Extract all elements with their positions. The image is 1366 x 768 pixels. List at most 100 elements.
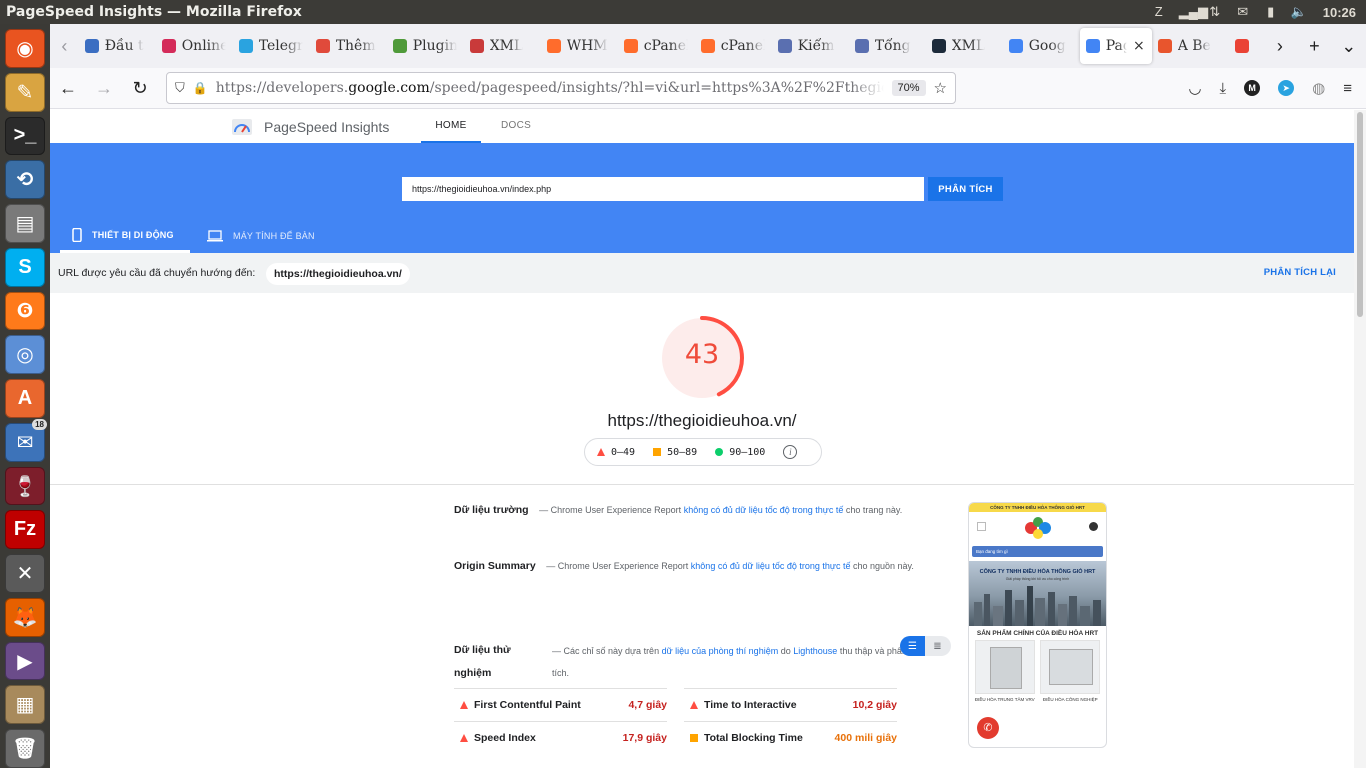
browser-tab[interactable]: Tổng xyxy=(849,28,926,64)
browser-tab[interactable]: A Be xyxy=(1152,28,1229,64)
unread-badge: 18 xyxy=(32,418,47,430)
mail-icon[interactable]: ✉ xyxy=(1235,4,1251,20)
lighthouse-link[interactable]: Lighthouse xyxy=(793,646,837,656)
url-text[interactable]: https://developers.google.com/speed/page… xyxy=(216,80,884,96)
final-screenshot: CÔNG TY TNHH ĐIỀU HÒA THÔNG GIÓ HRT Bạn … xyxy=(968,502,1107,748)
phone-header xyxy=(969,512,1106,542)
volume-icon[interactable]: 🔈 xyxy=(1291,4,1307,20)
browser-tab[interactable]: Thêm xyxy=(310,28,387,64)
tab-label: A Be xyxy=(1177,38,1211,54)
origin-summary-section: Origin Summary — Chrome User Experience … xyxy=(454,558,952,575)
page-scrollbar[interactable] xyxy=(1354,110,1366,768)
browser-tab[interactable]: Online xyxy=(156,28,233,64)
reanalyze-button[interactable]: PHÂN TÍCH LẠI xyxy=(1264,267,1336,278)
downloads-icon[interactable]: ⤓ xyxy=(1220,80,1227,97)
browser-tab[interactable]: WHM xyxy=(541,28,618,64)
tab-mobile[interactable]: THIẾT BỊ DI ĐỘNG xyxy=(60,219,190,253)
browser-tab[interactable]: Telegr xyxy=(233,28,310,64)
joomla-icon xyxy=(315,39,330,53)
lab-data-link[interactable]: dữ liệu của phòng thí nghiệm xyxy=(662,646,779,656)
nav-docs[interactable]: DOCS xyxy=(501,110,531,143)
ubuntu-dash-icon[interactable]: ◉ xyxy=(5,29,45,68)
trash-icon[interactable]: 🗑 xyxy=(5,729,45,768)
chromium-icon[interactable]: ◎ xyxy=(5,335,45,375)
tab-label: Online xyxy=(181,38,226,54)
phone-menu-icon xyxy=(977,522,986,531)
forward-icon[interactable]: → xyxy=(86,78,122,99)
field-data-link[interactable]: không có đủ dữ liệu tốc độ trong thực tế xyxy=(684,505,844,515)
bookmark-star-icon[interactable]: ☆ xyxy=(934,79,947,97)
browser-tab[interactable]: Plugin xyxy=(387,28,464,64)
nav-home[interactable]: HOME xyxy=(421,110,481,143)
reload-icon[interactable]: ↻ xyxy=(122,78,158,99)
browser-tab[interactable]: XML xyxy=(464,28,541,64)
site-logo-icon xyxy=(1025,517,1051,539)
url-bar[interactable]: ⛉ 🔒 https://developers.google.com/speed/… xyxy=(166,72,956,104)
zotero-icon[interactable]: Z xyxy=(1151,4,1167,20)
firefox-icon[interactable]: 🦊 xyxy=(5,597,45,637)
phone-hero-sub: Giải pháp thông khí tối ưu cho công trìn… xyxy=(1005,577,1070,581)
tracking-protection-icon[interactable]: ⛉ xyxy=(175,80,185,96)
blog-icon xyxy=(1157,39,1172,53)
filezilla-icon[interactable]: Fz xyxy=(5,510,45,550)
metric-name: Total Blocking Time xyxy=(704,732,803,744)
legend-fail-label: 0–49 xyxy=(611,446,636,458)
browser-tab[interactable]: XML xyxy=(926,28,1003,64)
browser-tab[interactable]: cPanel xyxy=(695,28,772,64)
update-manager-icon[interactable]: ⟲ xyxy=(5,160,45,200)
system-tools-icon[interactable]: ✕ xyxy=(5,554,45,593)
firefox-flame-icon[interactable]: ❻ xyxy=(5,291,45,331)
software-center-icon[interactable]: A xyxy=(5,379,45,418)
text-editor-icon[interactable]: ✎ xyxy=(5,72,45,112)
expanded-view-icon[interactable]: ≣ xyxy=(925,636,950,656)
signal-icon[interactable]: ▂▄▆ xyxy=(1179,4,1208,20)
tab-scroll-right-icon[interactable]: › xyxy=(1263,36,1297,57)
metric-row: Speed Index 17,9 giây xyxy=(454,721,667,754)
product-1-label: ĐIỀU HÒA TRUNG TÂM VRV xyxy=(974,697,1035,702)
telegram-extension-icon[interactable]: ➤ xyxy=(1278,80,1295,96)
menu-icon[interactable]: ≡ xyxy=(1343,80,1352,97)
browser-tab[interactable] xyxy=(1229,28,1263,64)
browser-tab[interactable]: Goog xyxy=(1003,28,1080,64)
list-tabs-icon[interactable]: ⌄ xyxy=(1332,36,1366,57)
terminal-icon[interactable]: >_ xyxy=(5,116,45,156)
skype-icon[interactable]: S xyxy=(5,247,45,287)
analyze-button[interactable]: PHÂN TÍCH xyxy=(928,177,1003,201)
url-input[interactable] xyxy=(402,177,924,201)
tab-label: Đầu t xyxy=(104,38,144,54)
metrics-view-toggle[interactable]: ☰ ≣ xyxy=(900,636,951,656)
lock-icon[interactable]: 🔒 xyxy=(193,81,208,95)
close-tab-icon[interactable]: × xyxy=(1133,38,1145,54)
globe-icon[interactable]: ◍ xyxy=(1312,79,1325,97)
tab-desktop[interactable]: MÁY TÍNH ĐỂ BÀN xyxy=(207,219,315,253)
video-icon[interactable]: ▶ xyxy=(5,641,45,681)
browser-tab[interactable]: Pag × xyxy=(1079,28,1152,64)
tab-scroll-left-icon[interactable]: ‹ xyxy=(50,36,79,57)
thunderbird-icon[interactable]: ✉ 18 xyxy=(5,418,47,462)
clock[interactable]: 10:26 xyxy=(1323,5,1356,20)
archive-icon[interactable]: ▦ xyxy=(5,685,45,725)
final-url: https://thegioidieuhoa.vn/ xyxy=(607,411,797,430)
battery-icon[interactable]: ▮ xyxy=(1263,4,1279,20)
psi-logo[interactable]: PageSpeed Insights xyxy=(232,117,389,137)
info-icon[interactable]: i xyxy=(783,445,798,459)
analysis-banner: PHÂN TÍCH THIẾT BỊ DI ĐỘNG MÁY TÍNH ĐỂ B… xyxy=(50,143,1354,253)
zoom-indicator[interactable]: 70% xyxy=(891,80,926,96)
origin-summary-link[interactable]: không có đủ dữ liệu tốc độ trong thực tế xyxy=(691,561,851,571)
new-tab-icon[interactable]: + xyxy=(1297,36,1331,57)
wine-icon[interactable]: 🍷 xyxy=(5,466,45,506)
fail-triangle-icon xyxy=(597,448,605,456)
compact-view-icon[interactable]: ☰ xyxy=(900,636,925,656)
page-content: PageSpeed Insights HOME DOCS PHÂN TÍCH T… xyxy=(50,110,1354,768)
google-dev-icon xyxy=(1085,39,1100,53)
browser-tab[interactable]: Kiểm xyxy=(772,28,849,64)
extension-m-icon[interactable]: M xyxy=(1244,80,1261,96)
browser-tab[interactable]: cPanel xyxy=(618,28,695,64)
back-icon[interactable]: ← xyxy=(50,78,86,99)
legend-pass: 90–100 xyxy=(715,447,765,458)
file-cabinet-icon[interactable]: ▤ xyxy=(5,204,45,243)
pocket-icon[interactable]: ◡ xyxy=(1188,79,1201,97)
browser-tab[interactable]: Đầu t xyxy=(79,28,156,64)
network-icon[interactable]: ⇅ xyxy=(1207,4,1223,20)
scrollbar-thumb[interactable] xyxy=(1357,112,1363,317)
